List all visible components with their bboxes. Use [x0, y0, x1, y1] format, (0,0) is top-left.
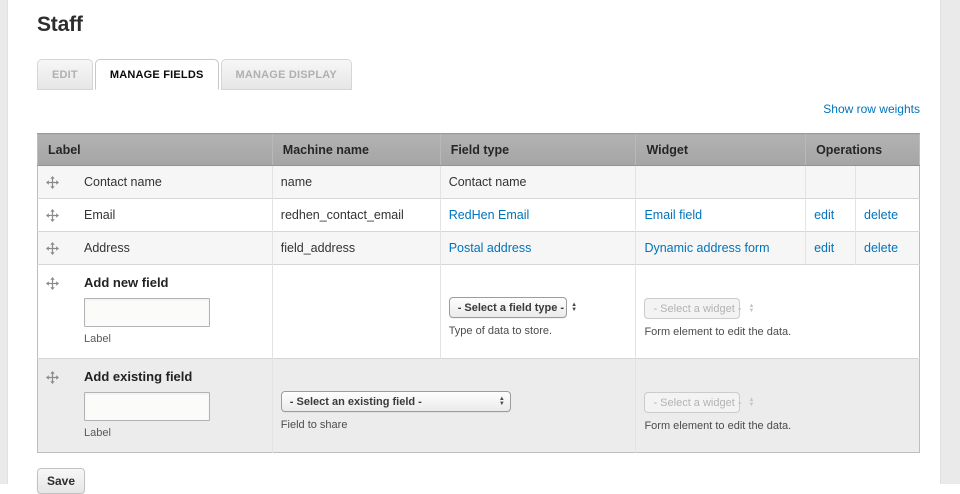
- row-weights-container: Show row weights: [37, 102, 920, 116]
- primary-tabs: EDIT MANAGE FIELDS MANAGE DISPLAY: [37, 59, 920, 90]
- edit-cell: edit: [806, 232, 856, 265]
- drag-handle-icon[interactable]: [46, 277, 59, 290]
- field-type-link[interactable]: RedHen Email: [449, 208, 530, 222]
- widget-description: Form element to edit the data.: [644, 325, 911, 339]
- edit-cell: edit: [806, 199, 856, 232]
- new-field-label-input[interactable]: [84, 298, 210, 327]
- select-arrows-icon: ▲▼: [749, 304, 755, 314]
- field-type-link[interactable]: Postal address: [449, 241, 532, 255]
- table-row: Contact name name Contact name: [38, 166, 920, 199]
- existing-field-label-input[interactable]: [84, 392, 210, 421]
- tab-manage-display[interactable]: MANAGE DISPLAY: [221, 59, 352, 90]
- field-type-cell: Contact name: [440, 166, 636, 199]
- table-header-row: Label Machine name Field type Widget Ope…: [38, 134, 920, 166]
- widget-link[interactable]: Email field: [644, 208, 702, 222]
- add-existing-field-row: Add existing field Label - Select an exi…: [38, 359, 920, 453]
- label-caption: Label: [84, 426, 210, 440]
- edit-cell: [806, 166, 856, 199]
- label-caption: Label: [84, 332, 210, 346]
- field-type-cell: RedHen Email: [440, 199, 636, 232]
- add-existing-field-title: Add existing field: [84, 370, 210, 384]
- machine-name-cell: name: [272, 166, 440, 199]
- edit-link[interactable]: edit: [814, 241, 834, 255]
- widget-select: - Select a widget - ▲▼: [644, 298, 740, 319]
- delete-link[interactable]: delete: [864, 241, 898, 255]
- manage-fields-table: Label Machine name Field type Widget Ope…: [37, 133, 920, 453]
- table-row: Email redhen_contact_email RedHen Email …: [38, 199, 920, 232]
- widget-select: - Select a widget - ▲▼: [644, 392, 740, 413]
- header-field-type: Field type: [440, 134, 636, 166]
- widget-cell: Dynamic address form: [636, 232, 806, 265]
- select-arrows-icon: ▲▼: [749, 398, 755, 408]
- field-type-description: Type of data to store.: [449, 324, 628, 338]
- header-machine-name: Machine name: [272, 134, 440, 166]
- widget-cell: [636, 166, 806, 199]
- drag-handle-icon[interactable]: [46, 242, 59, 255]
- existing-field-description: Field to share: [281, 418, 628, 432]
- drag-handle-icon[interactable]: [46, 209, 59, 222]
- page-title: Staff: [37, 13, 920, 37]
- machine-name-cell: [272, 265, 440, 359]
- edit-link[interactable]: edit: [814, 208, 834, 222]
- header-operations: Operations: [806, 134, 920, 166]
- select-arrows-icon: ▲▼: [571, 303, 577, 313]
- add-new-field-title: Add new field: [84, 276, 210, 290]
- field-type-select[interactable]: - Select a field type - ▲▼: [449, 297, 567, 318]
- delete-cell: delete: [856, 199, 920, 232]
- save-button[interactable]: Save: [37, 468, 85, 494]
- field-type-cell: Postal address: [440, 232, 636, 265]
- tab-manage-fields[interactable]: MANAGE FIELDS: [95, 59, 219, 90]
- field-label: Email: [84, 208, 115, 222]
- delete-cell: delete: [856, 232, 920, 265]
- drag-handle-icon[interactable]: [46, 371, 59, 384]
- tab-edit[interactable]: EDIT: [37, 59, 93, 90]
- show-row-weights-link[interactable]: Show row weights: [823, 102, 920, 116]
- table-row: Address field_address Postal address Dyn…: [38, 232, 920, 265]
- page-left-gutter: [0, 0, 8, 484]
- machine-name-cell: redhen_contact_email: [272, 199, 440, 232]
- select-arrows-icon: ▲▼: [499, 397, 505, 407]
- header-label: Label: [38, 134, 273, 166]
- widget-cell: Email field: [636, 199, 806, 232]
- field-label: Contact name: [84, 175, 162, 189]
- main-content: Staff EDIT MANAGE FIELDS MANAGE DISPLAY …: [37, 0, 920, 494]
- header-widget: Widget: [636, 134, 806, 166]
- delete-link[interactable]: delete: [864, 208, 898, 222]
- widget-description: Form element to edit the data.: [644, 419, 911, 433]
- widget-link[interactable]: Dynamic address form: [644, 241, 769, 255]
- existing-field-select[interactable]: - Select an existing field - ▲▼: [281, 391, 511, 412]
- add-new-field-row: Add new field Label - Select a field typ…: [38, 265, 920, 359]
- page-right-gutter: [940, 0, 960, 484]
- machine-name-cell: field_address: [272, 232, 440, 265]
- field-label: Address: [84, 241, 130, 255]
- drag-handle-icon[interactable]: [46, 176, 59, 189]
- delete-cell: [856, 166, 920, 199]
